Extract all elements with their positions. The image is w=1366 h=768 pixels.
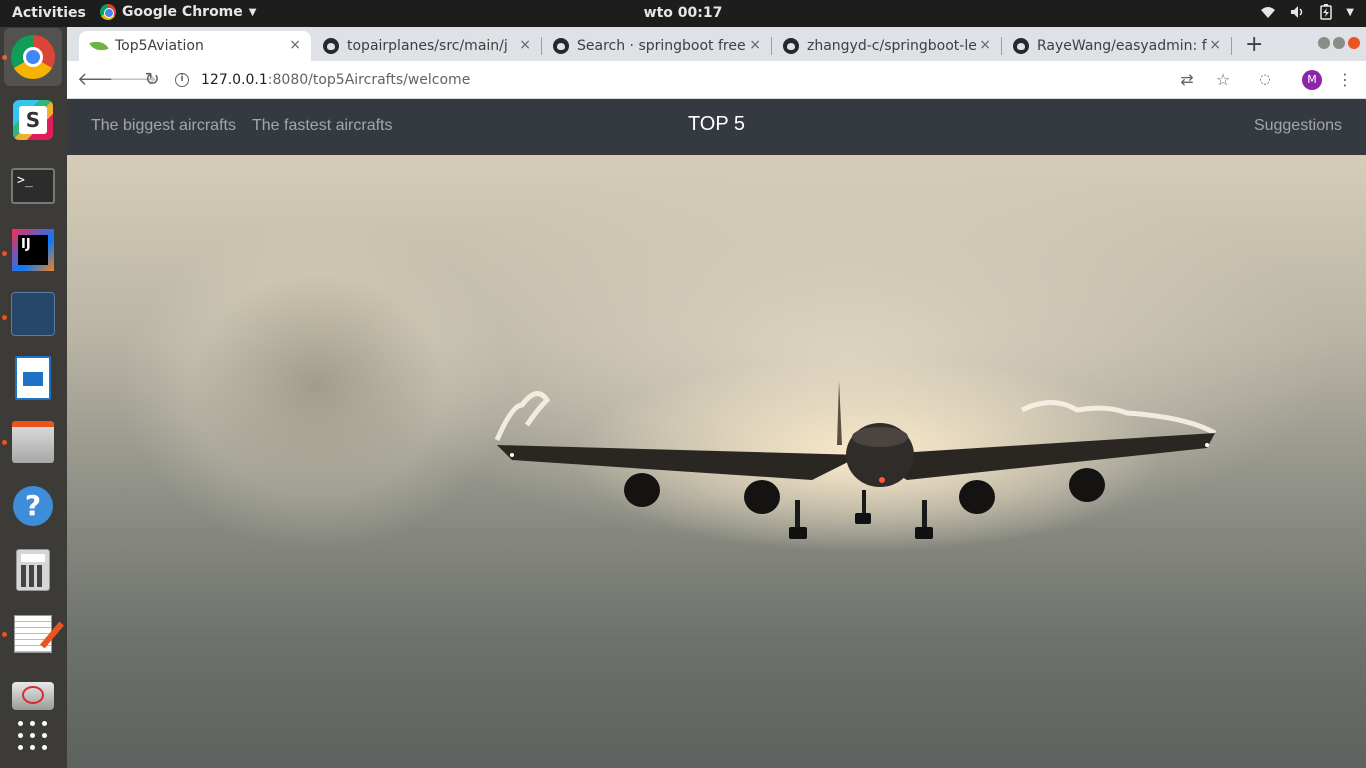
running-indicator (2, 251, 7, 256)
calculator-icon (16, 549, 50, 591)
close-window-button[interactable] (1348, 37, 1360, 49)
running-indicator (2, 315, 7, 320)
volume-icon (1291, 6, 1303, 18)
dock-chrome[interactable] (4, 28, 62, 86)
chrome-icon (11, 35, 55, 79)
remmina-icon (12, 682, 54, 710)
tab-separator (1231, 37, 1232, 55)
clock[interactable]: wto 00:17 (0, 5, 1366, 21)
dock-terminal[interactable]: >_ (10, 163, 56, 209)
chevron-down-icon: ▼ (1346, 6, 1354, 18)
dock-mysql-workbench[interactable] (10, 291, 56, 337)
tab-title: Search · springboot free (577, 38, 746, 54)
close-icon[interactable]: × (289, 37, 301, 53)
profile-avatar[interactable]: M (1302, 70, 1322, 90)
tab-search-springboot[interactable]: Search · springboot free × (541, 31, 771, 61)
launcher-dock: S >_ IJ ? (0, 27, 67, 768)
github-icon (783, 38, 799, 54)
intellij-icon: IJ (12, 229, 54, 271)
help-icon: ? (13, 486, 53, 526)
translate-icon[interactable]: ⇄ (1176, 69, 1198, 91)
forward-button[interactable]: 🡒 (109, 69, 157, 91)
spring-leaf-icon (89, 37, 109, 55)
tab-title: topairplanes/src/main/j (347, 38, 508, 54)
libreoffice-writer-icon (15, 356, 51, 400)
url-host: 127.0.0.1 (201, 72, 268, 88)
dock-text-editor[interactable] (10, 611, 64, 657)
github-icon (1013, 38, 1029, 54)
close-icon[interactable]: × (1209, 37, 1221, 53)
running-indicator (2, 440, 7, 445)
tab-strip: Top5Aviation × topairplanes/src/main/j ×… (67, 27, 1366, 61)
extension-icon[interactable]: ◌ (1254, 69, 1276, 91)
tab-easyadmin[interactable]: RayeWang/easyadmin: f × (1001, 31, 1231, 61)
site-info-icon[interactable]: i (175, 73, 189, 87)
bookmark-star-icon[interactable]: ☆ (1212, 69, 1234, 91)
tab-title: Top5Aviation (115, 38, 204, 54)
site-navbar: The biggest aircrafts The fastest aircra… (67, 99, 1366, 155)
hero-airplane-image (67, 155, 1366, 768)
tab-topairplanes[interactable]: topairplanes/src/main/j × (311, 31, 541, 61)
tab-title: zhangyd-c/springboot-le (807, 38, 977, 54)
close-icon[interactable]: × (749, 37, 761, 53)
airplane-illustration (494, 380, 1217, 539)
github-icon (553, 38, 569, 54)
site-brand[interactable]: TOP 5 (67, 113, 1366, 136)
menu-kebab-icon[interactable]: ⋮ (1334, 69, 1356, 91)
tab-title: RayeWang/easyadmin: f (1037, 38, 1207, 54)
nav-suggestions[interactable]: Suggestions (1254, 117, 1342, 135)
close-icon[interactable]: × (519, 37, 531, 53)
dock-intellij[interactable]: IJ (10, 227, 56, 273)
dock-libreoffice-writer[interactable] (10, 355, 56, 401)
system-top-bar: Activities Google Chrome ▼ wto 00:17 ▼ (0, 0, 1366, 27)
dock-help[interactable]: ? (10, 483, 56, 529)
back-button[interactable]: 🡐 (77, 69, 125, 91)
reload-button[interactable]: ↻ (141, 69, 163, 91)
file-cabinet-icon (12, 421, 54, 463)
running-indicator (2, 632, 7, 637)
github-icon (323, 38, 339, 54)
battery-icon (1320, 4, 1333, 20)
chrome-window: Top5Aviation × topairplanes/src/main/j ×… (67, 27, 1366, 768)
show-apps-icon (18, 721, 48, 751)
dock-slack[interactable]: S (10, 97, 56, 143)
window-controls (1318, 37, 1360, 49)
text-editor-icon (14, 615, 64, 653)
tab-zhangyd[interactable]: zhangyd-c/springboot-le × (771, 31, 1001, 61)
dock-calculator[interactable] (10, 547, 56, 593)
url-path: :8080/top5Aircrafts/welcome (267, 72, 471, 88)
browser-toolbar: 🡐 🡒 ↻ i 127.0.0.1:8080/top5Aircrafts/wel… (67, 61, 1366, 99)
maximize-button[interactable] (1333, 37, 1345, 49)
terminal-icon: >_ (11, 168, 55, 204)
mysql-workbench-icon (11, 292, 55, 336)
close-icon[interactable]: × (979, 37, 991, 53)
dock-show-apps[interactable] (10, 713, 56, 759)
slack-icon: S (13, 100, 53, 140)
minimize-button[interactable] (1318, 37, 1330, 49)
system-tray[interactable]: ▼ (1260, 4, 1354, 20)
wifi-icon (1261, 7, 1276, 18)
new-tab-button[interactable]: + (1245, 32, 1263, 57)
address-bar[interactable]: i 127.0.0.1:8080/top5Aircrafts/welcome (175, 66, 1205, 94)
dock-files[interactable] (10, 419, 56, 465)
web-page: The biggest aircrafts The fastest aircra… (67, 99, 1366, 768)
tab-top5aviation[interactable]: Top5Aviation × (79, 31, 311, 61)
